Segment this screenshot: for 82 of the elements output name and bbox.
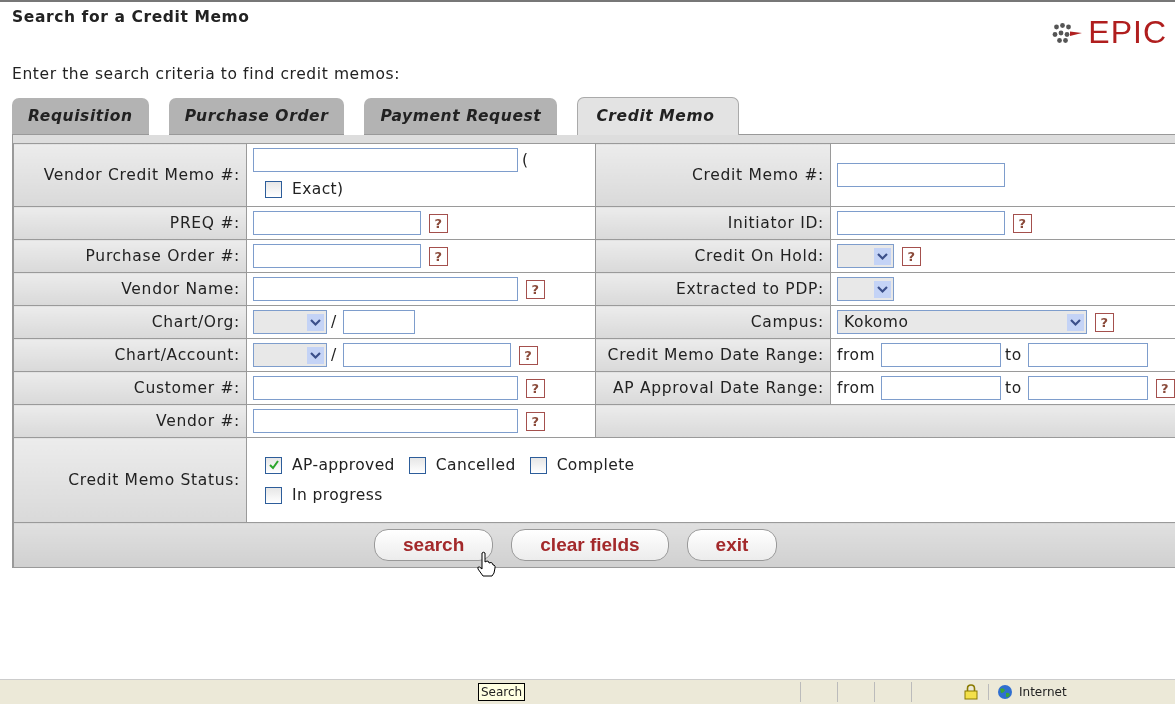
input-field[interactable] bbox=[253, 211, 421, 235]
caret-icon bbox=[1067, 313, 1084, 331]
tab[interactable]: Purchase Order bbox=[168, 98, 345, 135]
caret-icon bbox=[874, 247, 891, 265]
field-label: Vendor #: bbox=[156, 411, 240, 430]
field-text: ( bbox=[522, 151, 529, 169]
field-text: / bbox=[331, 346, 337, 364]
help-button[interactable]: ? bbox=[429, 213, 448, 233]
field-text: from bbox=[837, 379, 876, 397]
field-label: Chart/Org: bbox=[151, 312, 240, 331]
epic-logo: EPIC bbox=[1050, 14, 1167, 51]
input-field[interactable] bbox=[253, 244, 421, 268]
help-button[interactable]: ? bbox=[429, 246, 448, 266]
checkbox[interactable] bbox=[408, 456, 426, 474]
tab[interactable]: Credit Memo bbox=[577, 97, 740, 135]
checkbox-label: Cancelled bbox=[435, 456, 516, 474]
field-text: to bbox=[1005, 346, 1022, 364]
input-field[interactable] bbox=[342, 343, 511, 367]
field-label: PREQ #: bbox=[169, 213, 240, 232]
field-label: Vendor Credit Memo #: bbox=[43, 165, 240, 184]
help-button[interactable]: ? bbox=[526, 411, 545, 431]
field-text: to bbox=[1005, 379, 1022, 397]
input-field[interactable] bbox=[342, 310, 415, 334]
caret-icon bbox=[307, 313, 324, 331]
field-label: Campus: bbox=[750, 312, 824, 331]
checkbox-label: Complete bbox=[556, 456, 635, 474]
help-button[interactable]: ? bbox=[526, 378, 545, 398]
checkbox[interactable] bbox=[265, 180, 282, 198]
tooltip: Search bbox=[478, 683, 526, 701]
field-label: Credit Memo Date Range: bbox=[607, 345, 824, 364]
input-field[interactable] bbox=[837, 163, 1005, 187]
help-button[interactable]: ? bbox=[526, 279, 545, 299]
input-field[interactable] bbox=[1027, 343, 1148, 367]
tab[interactable]: Payment Request bbox=[364, 98, 558, 135]
checkbox-label: In progress bbox=[292, 486, 383, 504]
help-button[interactable]: ? bbox=[902, 246, 921, 266]
caret-icon bbox=[307, 346, 324, 364]
field-label: Credit On Hold: bbox=[694, 246, 824, 265]
checkbox[interactable] bbox=[265, 456, 282, 474]
input-field[interactable] bbox=[881, 376, 1002, 400]
input-field[interactable] bbox=[253, 277, 518, 301]
field-label: Credit Memo Status: bbox=[68, 470, 240, 489]
caret-icon bbox=[874, 280, 891, 298]
field-label: Extracted to PDP: bbox=[675, 279, 824, 298]
input-field[interactable] bbox=[837, 211, 1005, 235]
help-button[interactable]: ? bbox=[1013, 213, 1032, 233]
field-text: / bbox=[331, 313, 337, 331]
input-field[interactable] bbox=[253, 409, 518, 433]
lock-icon bbox=[964, 684, 978, 700]
input-field[interactable] bbox=[253, 376, 518, 400]
field-label: Purchase Order #: bbox=[85, 246, 240, 265]
input-field[interactable] bbox=[1027, 376, 1148, 400]
action-button[interactable]: clear fields bbox=[511, 529, 669, 561]
field-label: Initiator ID: bbox=[727, 213, 824, 232]
action-button[interactable]: exit bbox=[686, 529, 778, 561]
zone-text: Internet bbox=[1019, 685, 1067, 699]
help-button[interactable]: ? bbox=[518, 345, 538, 365]
input-field[interactable] bbox=[253, 148, 518, 172]
dropdown[interactable] bbox=[837, 277, 894, 301]
help-button[interactable]: ? bbox=[1155, 378, 1175, 398]
field-label: Chart/Account: bbox=[114, 345, 240, 364]
globe-icon bbox=[997, 684, 1013, 700]
action-button[interactable]: search bbox=[374, 529, 494, 561]
input-field[interactable] bbox=[881, 343, 1002, 367]
hand-cursor-icon bbox=[476, 551, 496, 577]
tab[interactable]: Requisition bbox=[12, 98, 149, 135]
dropdown[interactable] bbox=[253, 310, 327, 334]
checkbox-label: Exact) bbox=[292, 180, 344, 198]
checkbox-label: AP-approved bbox=[292, 456, 395, 474]
dropdown[interactable] bbox=[837, 244, 894, 268]
field-label: Credit Memo #: bbox=[692, 165, 824, 184]
field-label: AP Approval Date Range: bbox=[613, 378, 824, 397]
page-title: Search for a Credit Memo bbox=[12, 8, 250, 26]
dropdown[interactable] bbox=[253, 343, 327, 367]
field-text: from bbox=[837, 346, 876, 364]
dropdown[interactable]: Kokomo bbox=[837, 310, 1087, 334]
instructions-text: Enter the search criteria to find credit memos: bbox=[11, 65, 402, 83]
field-label: Customer #: bbox=[133, 378, 240, 397]
help-button[interactable]: ? bbox=[1095, 312, 1114, 332]
field-label: Vendor Name: bbox=[121, 279, 240, 298]
checkbox[interactable] bbox=[265, 486, 282, 504]
checkbox[interactable] bbox=[529, 456, 547, 474]
